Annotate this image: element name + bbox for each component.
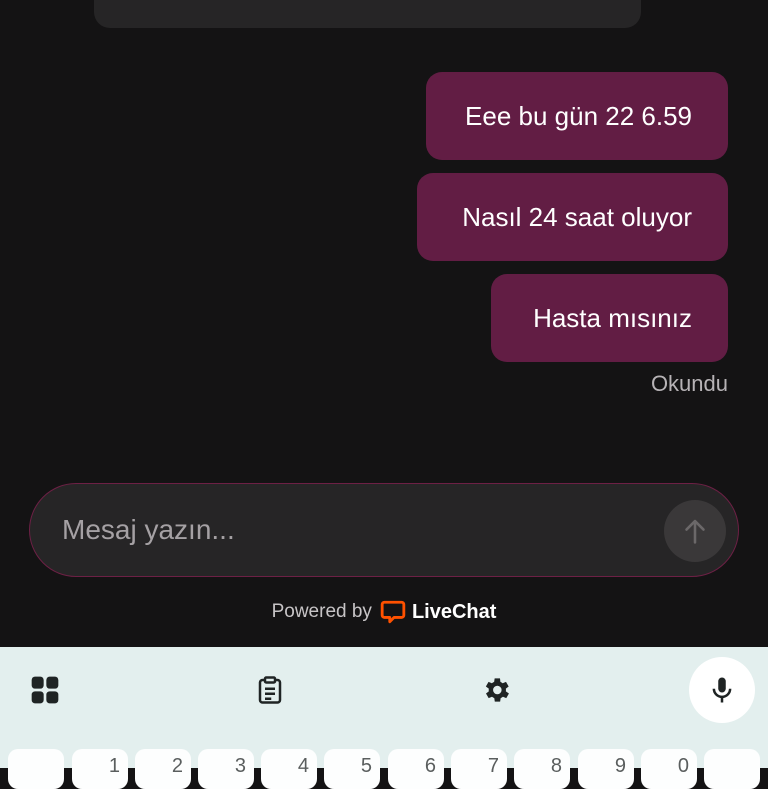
arrow-up-icon [685, 519, 705, 544]
keyboard-key-5[interactable]: 5 [324, 749, 380, 789]
keyboard-key-3[interactable]: 3 [198, 749, 254, 789]
keyboard-key-7[interactable]: 7 [451, 749, 507, 789]
keyboard-key[interactable] [704, 749, 760, 789]
keyboard-key[interactable] [8, 749, 64, 789]
livechat-logo-icon [380, 600, 406, 624]
keyboard-settings-button[interactable] [476, 670, 516, 710]
livechat-label: LiveChat [411, 600, 497, 623]
keyboard-key-2[interactable]: 2 [135, 749, 191, 789]
keyboard-key-1[interactable]: 1 [72, 749, 128, 789]
keyboard-key-0[interactable]: 0 [641, 749, 697, 789]
sent-message: Hasta mısınız [491, 274, 728, 362]
voice-input-button[interactable] [689, 657, 755, 723]
send-button[interactable] [664, 500, 726, 562]
clipboard-icon [258, 676, 282, 704]
keyboard-key-4[interactable]: 4 [261, 749, 317, 789]
clipboard-button[interactable] [250, 670, 290, 710]
powered-by: Powered by LiveChat [0, 599, 768, 625]
sent-message: Nasıl 24 saat oluyor [417, 173, 728, 261]
message-input[interactable] [62, 510, 662, 550]
powered-by-label: Powered by [271, 601, 372, 622]
keyboard-key-6[interactable]: 6 [388, 749, 444, 789]
settings-gear-icon [485, 678, 509, 702]
read-receipt: Okundu [650, 371, 728, 396]
mic-icon [712, 677, 732, 703]
sent-message: Eee bu gün 22 6.59 [426, 72, 728, 160]
apps-grid-button[interactable] [25, 670, 65, 710]
livechat-brand[interactable]: LiveChat [380, 599, 496, 625]
apps-grid-icon [31, 676, 59, 704]
keyboard-key-9[interactable]: 9 [578, 749, 634, 789]
keyboard-key-8[interactable]: 8 [514, 749, 570, 789]
message-composer [29, 483, 739, 577]
previous-message-bubble [94, 0, 641, 28]
